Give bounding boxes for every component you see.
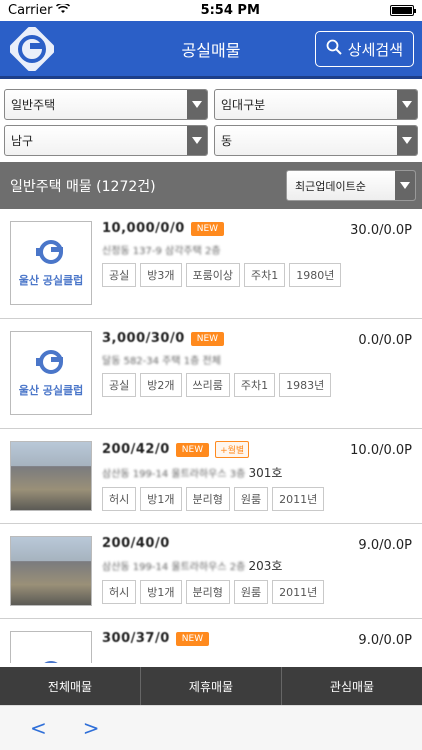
listing-area: 30.0/0.0P xyxy=(350,223,412,238)
new-badge: NEW xyxy=(190,331,225,346)
back-arrow-icon[interactable]: < xyxy=(30,716,47,740)
listing-address: 신정동 137-9 삼각주택 2층 xyxy=(102,246,221,257)
listing-item[interactable]: 200/42/0 NEW +월별 삼산동 199-14 울트라하우스 3층 30… xyxy=(0,429,422,524)
neighborhood-value: 동 xyxy=(221,134,233,148)
listing-price: 200/42/0 xyxy=(102,442,170,457)
club-logo-icon xyxy=(36,240,63,264)
tag-parking: 주차1 xyxy=(233,373,276,397)
listing-list: 울산 공실클럽 10,000/0/0 NEW 신정동 137-9 삼각주택 2층… xyxy=(0,209,422,663)
listing-item[interactable]: 300/37/0 NEW 9.0/0.0P xyxy=(0,619,422,663)
tag-status: 허시 xyxy=(102,580,137,604)
navigation-bar: 공실매물 상세검색 xyxy=(0,21,422,79)
tag-rooms: 방1개 xyxy=(140,580,182,604)
battery-icon xyxy=(389,5,416,16)
rental-type-value: 임대구분 xyxy=(221,98,266,112)
tag-status: 공실 xyxy=(102,263,137,287)
listing-item[interactable]: 200/40/0 삼산동 199-14 울트라하우스 2층 203호 허시 방1… xyxy=(0,524,422,619)
list-header: 일반주택 매물 (1272건) 최근업데이트순 xyxy=(0,162,422,209)
tag-room-type: 원룸 xyxy=(233,487,269,511)
tag-type: 분리형 xyxy=(185,580,230,604)
neighborhood-select[interactable]: 동 xyxy=(214,125,418,156)
tag-rooms: 방2개 xyxy=(140,373,182,397)
listing-price: 3,000/30/0 xyxy=(102,331,185,346)
listing-thumbnail: 울산 공실클럽 xyxy=(10,331,92,415)
wifi-icon xyxy=(56,2,71,18)
listing-unit: 203호 xyxy=(248,559,283,573)
search-icon xyxy=(326,39,342,59)
tag-room-type: 원룸 xyxy=(233,580,269,604)
district-select[interactable]: 남구 xyxy=(4,125,208,156)
rental-type-select[interactable]: 임대구분 xyxy=(214,89,418,120)
tag-year: 1980년 xyxy=(289,263,342,287)
listing-address: 달동 582-34 주택 1층 전체 xyxy=(102,356,221,367)
listing-area: 0.0/0.0P xyxy=(358,333,412,348)
new-badge: NEW xyxy=(175,631,210,646)
club-logo-icon xyxy=(36,350,63,374)
listing-thumbnail: 울산 공실클럽 xyxy=(10,221,92,305)
listing-area: 10.0/0.0P xyxy=(350,443,412,458)
listing-item[interactable]: 울산 공실클럽 10,000/0/0 NEW 신정동 137-9 삼각주택 2층… xyxy=(0,209,422,319)
listing-unit: 301호 xyxy=(248,466,283,480)
listing-address: 삼산동 199-14 울트라하우스 2층 xyxy=(102,562,246,573)
listing-area: 9.0/0.0P xyxy=(358,538,412,553)
monthly-badge: +월별 xyxy=(215,441,250,458)
chevron-down-icon xyxy=(395,171,415,200)
tag-year: 1983년 xyxy=(279,373,332,397)
listing-photo xyxy=(10,536,92,606)
tag-year: 2011년 xyxy=(272,580,325,604)
bottom-tab-bar: 전체매물 제휴매물 관심매물 xyxy=(0,667,422,705)
listing-photo xyxy=(10,441,92,511)
tag-type: 쓰리룸 xyxy=(185,373,230,397)
new-badge: NEW xyxy=(190,221,225,236)
clock: 5:54 PM xyxy=(200,3,260,18)
tag-rooms: 방1개 xyxy=(140,487,182,511)
tag-type: 포룸이상 xyxy=(185,263,240,287)
tag-rooms: 방3개 xyxy=(140,263,182,287)
tag-status: 공실 xyxy=(102,373,137,397)
tag-status: 허시 xyxy=(102,487,137,511)
listing-area: 9.0/0.0P xyxy=(358,633,412,648)
listing-price: 300/37/0 xyxy=(102,631,170,646)
tab-all-listings[interactable]: 전체매물 xyxy=(0,667,141,705)
club-logo-icon xyxy=(44,661,58,663)
chevron-down-icon xyxy=(187,126,207,155)
detail-search-label: 상세검색 xyxy=(347,40,403,59)
tag-parking: 주차1 xyxy=(243,263,286,287)
tab-partner-listings[interactable]: 제휴매물 xyxy=(141,667,282,705)
sort-select[interactable]: 최근업데이트순 xyxy=(286,170,416,201)
listing-thumbnail xyxy=(10,631,92,663)
listing-price: 10,000/0/0 xyxy=(102,221,185,236)
status-bar: Carrier 5:54 PM xyxy=(0,0,422,21)
listing-item[interactable]: 울산 공실클럽 3,000/30/0 NEW 달동 582-34 주택 1층 전… xyxy=(0,319,422,429)
listing-count: 일반주택 매물 (1272건) xyxy=(10,178,156,195)
chevron-down-icon xyxy=(397,126,417,155)
forward-arrow-icon[interactable]: > xyxy=(83,716,100,740)
tab-favorite-listings[interactable]: 관심매물 xyxy=(282,667,422,705)
housing-type-value: 일반주택 xyxy=(11,98,56,112)
chevron-down-icon xyxy=(397,90,417,119)
chevron-down-icon xyxy=(187,90,207,119)
detail-search-button[interactable]: 상세검색 xyxy=(314,31,414,67)
new-badge: NEW xyxy=(175,442,210,457)
club-logo-text: 울산 공실클럽 xyxy=(18,274,84,287)
listing-price: 200/40/0 xyxy=(102,536,170,551)
housing-type-select[interactable]: 일반주택 xyxy=(4,89,208,120)
carrier-label: Carrier xyxy=(8,3,53,18)
browser-toolbar: < > xyxy=(0,705,422,750)
listing-address: 삼산동 199-14 울트라하우스 3층 xyxy=(102,469,246,480)
tag-type: 분리형 xyxy=(185,487,230,511)
filter-panel: 일반주택 임대구분 남구 동 xyxy=(0,79,422,156)
district-value: 남구 xyxy=(11,134,34,148)
tag-year: 2011년 xyxy=(272,487,325,511)
sort-value: 최근업데이트순 xyxy=(295,179,366,193)
app-logo-icon[interactable] xyxy=(8,25,56,73)
club-logo-text: 울산 공실클럽 xyxy=(18,384,84,397)
